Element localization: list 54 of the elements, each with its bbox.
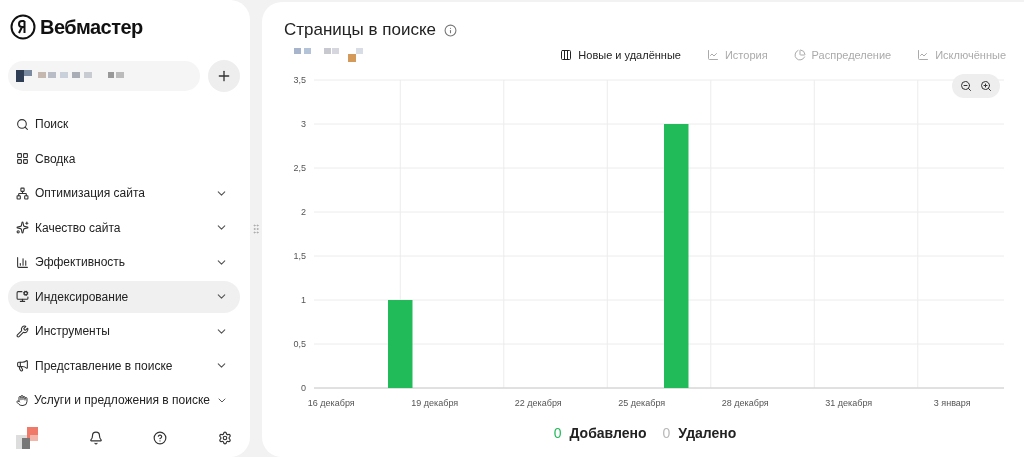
menu-icon [16, 290, 29, 303]
sidebar-item[interactable]: Оптимизация сайта [8, 177, 240, 209]
axis-label: 2 [301, 207, 306, 217]
menu-icon [16, 393, 28, 407]
notifications-icon[interactable] [88, 431, 103, 445]
axis-label: 0 [301, 383, 306, 393]
sidebar-item[interactable]: Представление в поиске [8, 349, 240, 382]
sidebar-item[interactable]: Услуги и предложения в поиске [8, 384, 240, 416]
menu-icon [16, 186, 29, 200]
axis-label: 3,5 [293, 75, 306, 85]
page-title: Страницы в поиске [284, 20, 437, 40]
tab-icon [793, 49, 806, 61]
axis-label: 19 декабря [411, 398, 459, 408]
settings-icon[interactable] [217, 431, 232, 445]
menu-icon [16, 221, 29, 234]
tab-icon [706, 49, 719, 61]
menu-icon [16, 324, 29, 338]
plus-icon [216, 68, 232, 84]
sidebar-item[interactable]: Сводка [8, 142, 240, 175]
menu-icon [16, 255, 29, 269]
axis-label: 1 [301, 295, 306, 305]
zoom-in-button[interactable] [978, 78, 994, 94]
menu-icon [16, 152, 29, 165]
info-icon[interactable] [444, 23, 458, 37]
sidebar-item[interactable]: Инструменты [8, 315, 240, 347]
axis-label: 31 декабря [825, 398, 873, 408]
avatar [16, 427, 38, 449]
axis-label: 0,5 [293, 339, 306, 349]
legend-item[interactable]: 0 Добавлено [553, 425, 647, 441]
menu-icon [16, 117, 29, 131]
axis-label: 22 декабря [514, 398, 562, 408]
axis-label: 3 января [933, 398, 971, 408]
axis-label: 28 декабря [721, 398, 769, 408]
logo-icon [10, 14, 36, 40]
menu-icon [16, 359, 29, 372]
axis-label: 1,5 [293, 251, 306, 261]
sidebar-item[interactable]: Индексирование [8, 280, 240, 313]
help-icon[interactable] [153, 431, 168, 445]
axis-label: 25 декабря [618, 398, 666, 408]
site-selector[interactable] [8, 61, 200, 91]
chart-tab[interactable]: Новые и удалённые [560, 49, 681, 61]
sidebar-item[interactable]: Качество сайта [8, 211, 240, 244]
axis-label: 16 декабря [307, 398, 355, 408]
sidebar-item[interactable]: Поиск [8, 108, 240, 140]
sidebar-item[interactable]: Эффективность [8, 246, 240, 278]
axis-label: 3 [301, 119, 306, 129]
axis-label: 2,5 [293, 163, 306, 173]
tab-icon [560, 49, 573, 61]
tab-icon [917, 49, 930, 61]
zoom-out-button[interactable] [958, 78, 974, 94]
drag-handle-icon[interactable] [250, 222, 262, 235]
legend-item[interactable]: 0 Удалено [662, 425, 737, 441]
logo-text: Вебмастер [40, 15, 143, 39]
add-button[interactable] [208, 60, 240, 92]
